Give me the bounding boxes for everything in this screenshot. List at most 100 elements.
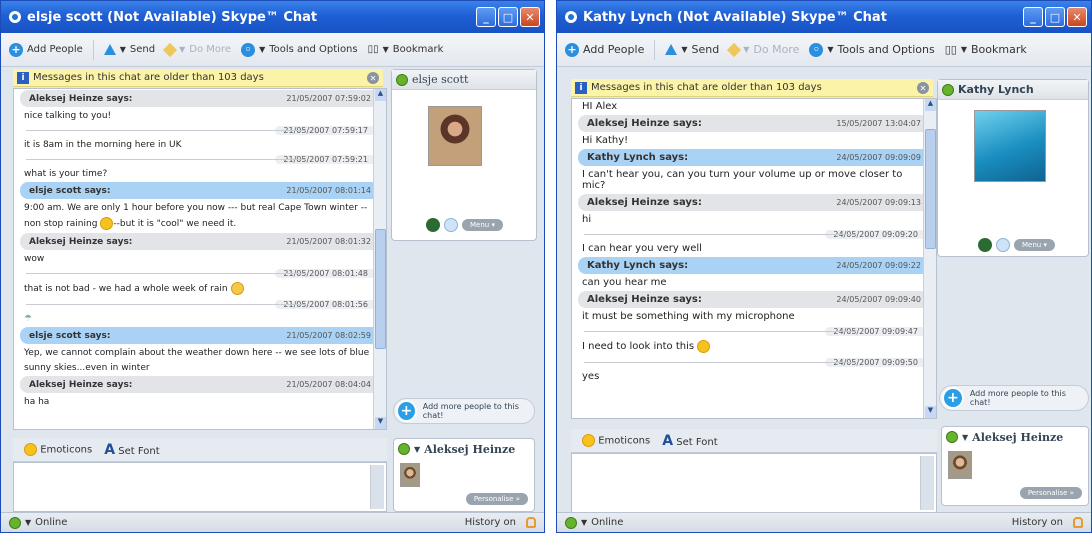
do-more-button[interactable]: ▼ Do More xyxy=(727,42,800,57)
message-fragment: --but it is "cool" we need it. xyxy=(113,218,237,229)
history-status[interactable]: History on xyxy=(1012,517,1083,528)
set-font-button[interactable]: A Set Font xyxy=(662,433,717,449)
scroll-thumb[interactable] xyxy=(925,129,936,249)
contact-name[interactable]: elsje scott xyxy=(412,73,468,86)
bookmark-button[interactable]: ▯▯ ▼ Bookmark xyxy=(368,44,444,55)
contact-name[interactable]: Kathy Lynch xyxy=(958,83,1034,96)
my-status-header[interactable]: ▼ Aleksej Heinze xyxy=(942,427,1088,447)
add-more-label: Add more people to this chat! xyxy=(422,402,519,420)
tools-icon: ◦ xyxy=(241,42,256,57)
add-more-people-button[interactable]: + Add more people to this chat! xyxy=(939,385,1089,411)
chat-window-kathy: Kathy Lynch (Not Available) Skype™ Chat … xyxy=(556,0,1092,533)
history-status[interactable]: History on xyxy=(465,517,536,528)
personalise-button[interactable]: Personalise » xyxy=(465,493,528,505)
contact-menu-button[interactable]: Menu ▾ xyxy=(1014,239,1055,251)
chevron-down-icon: ▼ xyxy=(962,432,969,442)
chevron-down-icon: ▼ xyxy=(827,45,834,54)
online-status-icon xyxy=(9,516,21,529)
online-status[interactable]: ▼ Online xyxy=(9,516,67,529)
chat-history[interactable]: HI Alex Aleksej Heinze says: 15/05/2007 1… xyxy=(571,98,937,419)
message-header: Kathy Lynch says: 24/05/2007 09:09:22 xyxy=(578,257,930,274)
tools-options-button[interactable]: ◦ ▼ Tools and Options xyxy=(241,42,358,57)
timestamp: 24/05/2007 09:09:47 xyxy=(572,324,936,338)
maximize-button[interactable]: □ xyxy=(1045,7,1065,27)
chat-scrollbar[interactable]: ▲ ▼ xyxy=(923,99,936,418)
maximize-button[interactable]: □ xyxy=(498,7,518,27)
contact-controls: Menu ▾ xyxy=(426,218,503,232)
message-text: 9:00 am. We are only 1 hour before you n… xyxy=(24,202,368,213)
set-font-button[interactable]: A Set Font xyxy=(104,442,159,458)
add-more-people-button[interactable]: + Add more people to this chat! xyxy=(393,398,535,424)
online-status[interactable]: ▼ Online xyxy=(565,516,623,529)
message-fragment: I need to look into this xyxy=(582,341,695,352)
contact-profile-card: elsje scott Menu ▾ xyxy=(391,69,537,241)
dismiss-notice-icon[interactable]: ✕ xyxy=(917,82,929,94)
message-text: hi xyxy=(582,214,592,225)
timestamp-text: 24/05/2007 09:09:47 xyxy=(825,326,926,336)
emoticons-button[interactable]: Emoticons xyxy=(21,443,92,456)
toolbar-divider xyxy=(654,39,656,60)
call-icon[interactable] xyxy=(426,218,440,232)
dismiss-notice-icon[interactable]: ✕ xyxy=(367,72,379,84)
video-icon[interactable] xyxy=(444,218,458,232)
do-more-button[interactable]: ▼ Do More xyxy=(163,42,232,57)
message-header: elsje scott says: 21/05/2007 08:01:14 xyxy=(20,182,380,199)
send-message-icon[interactable] xyxy=(370,465,384,509)
chat-history[interactable]: Aleksej Heinze says: 21/05/2007 07:59:02 … xyxy=(13,88,387,430)
call-icon[interactable] xyxy=(978,238,992,252)
minimize-button[interactable]: _ xyxy=(476,7,496,27)
timestamp: 21/05/2007 07:59:21 xyxy=(14,152,386,166)
toolbar: + Add People ▼ Send ▼ Do More ◦ ▼ Tools and O… xyxy=(557,33,1091,67)
add-plus-icon: + xyxy=(396,400,417,422)
scroll-thumb[interactable] xyxy=(375,229,386,349)
title-bar[interactable]: elsje scott (Not Available) Skype™ Chat … xyxy=(1,1,544,33)
bookmark-label: Bookmark xyxy=(392,44,444,55)
emoticons-button[interactable]: Emoticons xyxy=(579,434,650,447)
message-text: nice talking to you! xyxy=(24,110,112,121)
sender-name: Aleksej Heinze says: xyxy=(29,236,133,247)
do-more-label: Do More xyxy=(753,43,800,56)
contact-menu-button[interactable]: Menu ▾ xyxy=(462,219,503,231)
menu-label: Menu xyxy=(1022,241,1042,249)
send-button[interactable]: ▼ Send xyxy=(665,43,719,56)
my-status-header[interactable]: ▼ Aleksej Heinze xyxy=(394,439,534,459)
message-time: 24/05/2007 09:09:40 xyxy=(836,295,921,304)
scroll-up-icon[interactable]: ▲ xyxy=(375,89,386,101)
title-bar[interactable]: Kathy Lynch (Not Available) Skype™ Chat … xyxy=(557,1,1091,33)
scroll-up-icon[interactable]: ▲ xyxy=(925,99,936,111)
tools-options-button[interactable]: ◦ ▼ Tools and Options xyxy=(809,42,935,57)
chat-scrollbar[interactable]: ▲ ▼ xyxy=(373,89,386,429)
minimize-button[interactable]: _ xyxy=(1023,7,1043,27)
send-button[interactable]: ▼ Send xyxy=(103,44,156,55)
scroll-down-icon[interactable]: ▼ xyxy=(375,417,386,429)
window-title: Kathy Lynch (Not Available) Skype™ Chat xyxy=(583,9,887,25)
message-header: Aleksej Heinze says: 24/05/2007 09:09:13 xyxy=(578,194,930,211)
message-input[interactable] xyxy=(13,462,387,512)
close-button[interactable]: ✕ xyxy=(1067,7,1087,27)
message-input[interactable] xyxy=(571,453,937,513)
old-messages-notice: i Messages in this chat are older than 1… xyxy=(13,69,383,87)
message-text: that is not bad - we had a whole week of… xyxy=(14,280,386,297)
sender-name: Aleksej Heinze says: xyxy=(587,118,702,129)
send-label: Send xyxy=(129,44,156,55)
personalise-button[interactable]: Personalise » xyxy=(1019,487,1082,499)
video-icon[interactable] xyxy=(996,238,1010,252)
add-people-icon: + xyxy=(9,42,23,57)
do-more-label: Do More xyxy=(189,44,232,55)
chevron-down-icon: ▼ xyxy=(179,45,186,54)
close-button[interactable]: ✕ xyxy=(520,7,540,27)
message-text: I can hear you very well xyxy=(582,243,702,254)
send-message-icon[interactable] xyxy=(920,456,934,510)
scroll-down-icon[interactable]: ▼ xyxy=(925,406,936,418)
chevron-down-icon: ▼ xyxy=(414,444,421,454)
bookmark-icon: ▯▯ xyxy=(367,44,379,55)
set-font-label: Set Font xyxy=(118,445,160,457)
menu-label: Menu xyxy=(470,221,490,229)
lock-icon xyxy=(526,517,536,528)
add-people-button[interactable]: + Add People xyxy=(565,42,644,57)
bookmark-button[interactable]: ▯▯ ▼ Bookmark xyxy=(945,43,1027,56)
message-text: it must be something with my microphone xyxy=(582,311,795,322)
my-profile-panel: ▼ Aleksej Heinze Personalise » xyxy=(941,426,1089,506)
add-people-button[interactable]: + Add People xyxy=(9,42,83,57)
message-text: Yep, we cannot complain about the weathe… xyxy=(24,347,370,358)
